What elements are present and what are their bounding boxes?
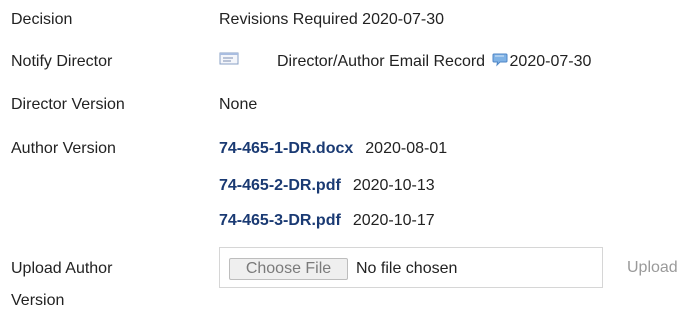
author-version-label: Author Version: [11, 140, 116, 157]
author-file-item: 74-465-1-DR.docx 2020-08-01: [219, 139, 447, 158]
choose-file-button[interactable]: Choose File: [229, 258, 348, 280]
notify-director-label: Notify Director: [11, 53, 113, 70]
upload-label-line2: Version: [11, 292, 65, 309]
decision-label: Decision: [11, 11, 73, 28]
no-file-chosen-text: No file chosen: [356, 260, 458, 277]
email-record-link[interactable]: Director/Author Email Record: [277, 53, 485, 70]
author-file-item: 74-465-3-DR.pdf 2020-10-17: [219, 211, 435, 230]
decision-value: Revisions Required 2020-07-30: [219, 11, 445, 28]
author-file-date: 2020-10-17: [352, 212, 435, 229]
author-file-link[interactable]: 74-465-1-DR.docx: [219, 140, 353, 157]
envelope-icon[interactable]: [219, 52, 241, 66]
file-input[interactable]: Choose File No file chosen: [219, 247, 603, 288]
author-file-date: 2020-08-01: [365, 140, 448, 157]
upload-button[interactable]: Upload: [627, 258, 678, 277]
author-file-link[interactable]: 74-465-3-DR.pdf: [219, 212, 341, 229]
director-version-label: Director Version: [11, 96, 125, 113]
author-file-date: 2020-10-13: [352, 177, 435, 194]
author-file-item: 74-465-2-DR.pdf 2020-10-13: [219, 176, 435, 195]
notify-director-value: Director/Author Email Record 2020-07-30: [277, 52, 591, 71]
director-version-value: None: [219, 96, 258, 113]
author-file-link[interactable]: 74-465-2-DR.pdf: [219, 177, 341, 194]
upload-label-line1: Upload Author: [11, 260, 113, 277]
comment-bubble-icon[interactable]: [492, 53, 508, 67]
notify-date: 2020-07-30: [509, 53, 592, 70]
